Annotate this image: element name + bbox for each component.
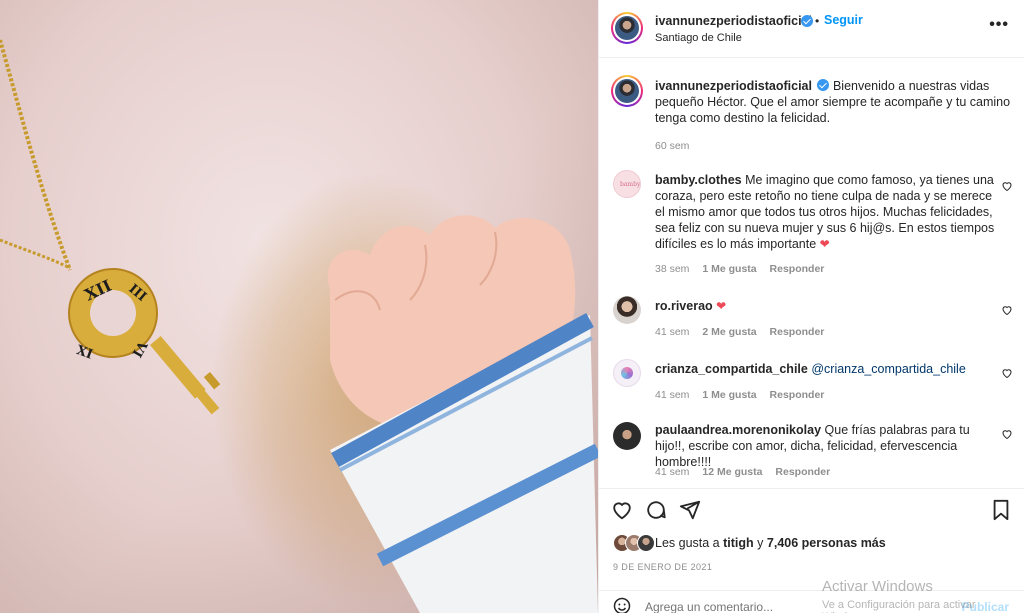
windows-activation-watermark: Activar Windows Ve a Configuración para … xyxy=(822,578,1024,613)
commenter-avatar[interactable] xyxy=(613,296,641,324)
comment-likes[interactable]: 12 Me gusta xyxy=(702,466,762,478)
comment-item: ro.riverao ❤ 41 sem 2 Me gusta Responder xyxy=(599,294,1024,344)
comment-username[interactable]: paulaandrea.morenonikolay xyxy=(655,423,821,437)
likes-count[interactable]: 7,406 personas más xyxy=(767,536,886,550)
comments-list[interactable]: ivannunezperiodistaoficial Bienvenido a … xyxy=(599,58,1024,488)
post-date[interactable]: 9 DE ENERO DE 2021 xyxy=(613,562,712,572)
like-comment-heart-icon[interactable] xyxy=(1001,180,1013,192)
comment-likes[interactable]: 2 Me gusta xyxy=(702,326,756,338)
caption-time[interactable]: 60 sem xyxy=(655,140,689,152)
commenter-avatar[interactable] xyxy=(613,359,641,387)
commenter-avatar[interactable] xyxy=(613,422,641,450)
post-header: ivannunezperiodistaoficial • Seguir Sant… xyxy=(599,0,1024,58)
red-heart-emoji-icon: ❤ xyxy=(819,237,830,251)
watermark-subtitle: Ve a Configuración para activar Windows. xyxy=(822,599,976,613)
comment-input[interactable] xyxy=(645,600,815,613)
comment-likes[interactable]: 1 Me gusta xyxy=(702,263,756,275)
comment-likes[interactable]: 1 Me gusta xyxy=(702,389,756,401)
photo-illustration: XII III VI IX xyxy=(0,39,598,613)
comment-item: crianza_compartida_chile @crianza_compar… xyxy=(599,357,1024,407)
comment-icon[interactable] xyxy=(645,499,667,521)
key-pendant-icon: XII III VI IX xyxy=(68,268,221,415)
comment-time[interactable]: 41 sem xyxy=(655,466,689,478)
reply-button[interactable]: Responder xyxy=(770,389,825,401)
likes-summary[interactable]: Les gusta a titigh y 7,406 personas más xyxy=(655,536,886,550)
separator-dot: • xyxy=(815,14,820,28)
like-comment-heart-icon[interactable] xyxy=(1001,428,1013,440)
comment-username[interactable]: crianza_compartida_chile xyxy=(655,362,808,376)
post-photo[interactable]: XII III VI IX xyxy=(0,0,598,613)
commenter-avatar[interactable]: bamby xyxy=(613,170,641,198)
liker-avatar[interactable] xyxy=(637,534,655,552)
like-comment-heart-icon[interactable] xyxy=(1001,367,1013,379)
post-side-panel: ivannunezperiodistaoficial • Seguir Sant… xyxy=(598,0,1024,613)
comment-item: bamby bamby.clothes Me imagino que como … xyxy=(599,168,1024,278)
author-username[interactable]: ivannunezperiodistaoficial xyxy=(655,14,812,28)
post-caption: ivannunezperiodistaoficial Bienvenido a … xyxy=(599,72,1024,152)
likes-user[interactable]: titigh xyxy=(723,536,754,550)
reply-button[interactable]: Responder xyxy=(770,263,825,275)
post-location[interactable]: Santiago de Chile xyxy=(655,32,742,44)
comment-item: paulaandrea.morenonikolay Que frías pala… xyxy=(599,420,1024,480)
share-icon[interactable] xyxy=(679,499,701,521)
emoji-icon[interactable] xyxy=(613,597,631,613)
watermark-title: Activar Windows xyxy=(822,578,933,595)
necklace-chain-icon xyxy=(0,39,72,271)
follow-button[interactable]: Seguir xyxy=(824,13,863,27)
heart-icon[interactable] xyxy=(611,499,633,521)
bookmark-icon[interactable] xyxy=(991,499,1011,521)
author-avatar[interactable] xyxy=(611,12,643,44)
more-horizontal-icon[interactable]: ••• xyxy=(989,16,1009,34)
verified-badge-icon xyxy=(817,79,830,91)
likes-joiner: y xyxy=(757,536,764,550)
caption-username[interactable]: ivannunezperiodistaoficial xyxy=(655,79,812,93)
red-heart-emoji-icon: ❤ xyxy=(716,299,727,313)
reply-button[interactable]: Responder xyxy=(770,326,825,338)
comment-username[interactable]: ro.riverao xyxy=(655,299,713,313)
comment-time[interactable]: 41 sem xyxy=(655,326,689,338)
caption-avatar[interactable] xyxy=(611,75,643,107)
verified-badge-icon xyxy=(801,15,813,27)
liker-avatars[interactable] xyxy=(613,534,659,554)
reply-button[interactable]: Responder xyxy=(775,466,830,478)
comment-time[interactable]: 41 sem xyxy=(655,389,689,401)
comment-time[interactable]: 38 sem xyxy=(655,263,689,275)
comment-username[interactable]: bamby.clothes xyxy=(655,173,742,187)
comment-mention-link[interactable]: @crianza_compartida_chile xyxy=(811,362,965,376)
like-comment-heart-icon[interactable] xyxy=(1001,304,1013,316)
likes-prefix: Les gusta a xyxy=(655,536,720,550)
